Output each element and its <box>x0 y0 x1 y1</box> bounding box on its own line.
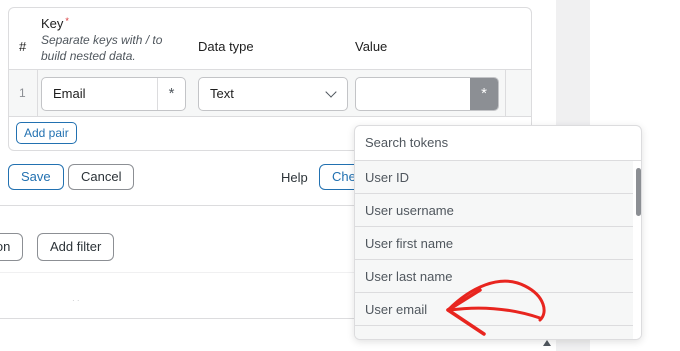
add-pair-button[interactable]: Add pair <box>16 122 77 144</box>
scroll-up-icon[interactable] <box>543 340 551 346</box>
token-item-user-username[interactable]: User username <box>355 194 633 227</box>
row-divider <box>505 70 506 116</box>
token-item-user-first-name[interactable]: User first name <box>355 227 633 260</box>
data-type-select[interactable]: Text <box>198 77 348 111</box>
key-input-value[interactable]: Email <box>53 86 86 101</box>
value-insert-token-button[interactable]: * <box>470 78 498 110</box>
token-item-user-id[interactable]: User ID <box>355 161 633 194</box>
action-button-partial[interactable]: ion <box>0 233 24 261</box>
cancel-button[interactable]: Cancel <box>68 164 135 190</box>
row-divider <box>37 70 38 116</box>
token-search-input[interactable]: Search tokens <box>365 135 448 150</box>
key-input[interactable]: Email * <box>41 77 186 111</box>
add-filter-button[interactable]: Add filter <box>37 233 115 261</box>
token-search-field[interactable]: Search tokens <box>355 126 641 161</box>
annotation-arrow-icon <box>446 279 546 336</box>
row-index: 1 <box>19 86 26 100</box>
key-column-hint: Separate keys with / to build nested dat… <box>41 33 163 63</box>
value-input[interactable]: * <box>355 77 499 111</box>
save-button[interactable]: Save <box>8 164 64 190</box>
key-insert-token-button[interactable]: * <box>157 78 185 110</box>
data-type-selected-value[interactable]: Text <box>210 86 234 101</box>
faint-text: · · <box>72 296 80 305</box>
column-header-index: # <box>19 39 27 54</box>
column-header-data-type: Data type <box>198 39 254 54</box>
help-link[interactable]: Help <box>281 170 308 185</box>
required-marker: * <box>65 16 69 26</box>
column-header-value: Value <box>355 39 388 54</box>
column-header-key: Key * <box>41 16 69 31</box>
dropdown-scrollbar-thumb[interactable] <box>636 168 641 216</box>
chevron-down-icon <box>325 86 337 98</box>
